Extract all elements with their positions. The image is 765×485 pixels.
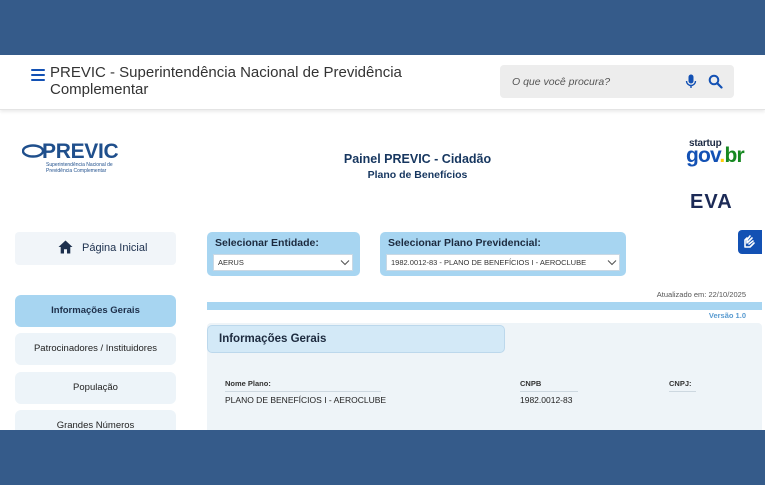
nome-plano-label: Nome Plano:	[225, 379, 381, 392]
hamburger-menu-icon[interactable]	[31, 69, 45, 81]
plan-selected-value: 1982.0012-83 - PLANO DE BENEFÍCIOS I - A…	[391, 258, 587, 267]
sidebar-item-informacoes-gerais[interactable]: Informações Gerais	[15, 295, 176, 327]
divider-bar	[207, 302, 762, 310]
page-subtitle: Plano de Benefícios	[367, 169, 468, 181]
cnpb-label: CNPB	[520, 379, 578, 392]
previc-logo: PREVIC Superintendência Nacional de Prev…	[22, 140, 124, 174]
entity-selector-label: Selecionar Entidade:	[215, 237, 319, 249]
sidebar-item-patrocinadores[interactable]: Patrocinadores / Instituidores	[15, 333, 176, 365]
eva-logo: EVA	[690, 191, 733, 213]
previc-logo-subtitle: Superintendência Nacional de Previdência…	[46, 162, 113, 174]
site-title[interactable]: PREVIC - Superintendência Nacional de Pr…	[50, 64, 430, 98]
search-input[interactable]	[512, 73, 682, 91]
chevron-down-icon	[607, 260, 617, 266]
info-panel-title: Informações Gerais	[219, 333, 327, 345]
sign-language-icon	[744, 235, 755, 248]
entity-selected-value: AERUS	[218, 258, 244, 267]
microphone-icon[interactable]	[685, 74, 697, 89]
cnpj-label: CNPJ:	[669, 379, 696, 392]
updated-date: Atualizado em: 22/10/2025	[656, 290, 746, 299]
startup-govbr-logo: startup gov.br	[686, 138, 756, 170]
entity-selector: Selecionar Entidade: AERUS	[207, 232, 360, 276]
search-icon[interactable]	[708, 74, 723, 89]
nome-plano-value: PLANO DE BENEFÍCIOS I - AEROCLUBE	[225, 395, 387, 405]
home-label: Página Inicial	[82, 242, 148, 254]
info-panel-header: Informações Gerais	[207, 325, 505, 353]
chevron-down-icon	[340, 260, 350, 266]
sidebar-item-grandes-numeros[interactable]: Grandes Números	[15, 410, 176, 430]
entity-dropdown[interactable]: AERUS	[213, 254, 353, 271]
plan-selector-label: Selecionar Plano Previdencial:	[388, 237, 541, 249]
version-label: Versão 1.0	[708, 311, 746, 320]
search-box	[500, 65, 734, 98]
plan-dropdown[interactable]: 1982.0012-83 - PLANO DE BENEFÍCIOS I - A…	[386, 254, 620, 271]
page-title: Painel PREVIC - Cidadão	[343, 152, 492, 166]
cnpb-value: 1982.0012-83	[520, 395, 573, 405]
accessibility-button[interactable]	[738, 230, 762, 254]
govbr-wordmark: gov.br	[686, 144, 745, 167]
page-content: PREVIC - Superintendência Nacional de Pr…	[0, 55, 765, 430]
home-icon	[58, 240, 73, 254]
plan-selector: Selecionar Plano Previdencial: 1982.0012…	[380, 232, 626, 276]
info-panel: Informações Gerais Nome Plano: PLANO DE …	[207, 323, 762, 430]
site-header: PREVIC - Superintendência Nacional de Pr…	[0, 55, 765, 110]
home-button[interactable]: Página Inicial	[15, 232, 176, 265]
sidebar-item-populacao[interactable]: População	[15, 372, 176, 404]
previc-logo-name: PREVIC	[42, 140, 119, 163]
